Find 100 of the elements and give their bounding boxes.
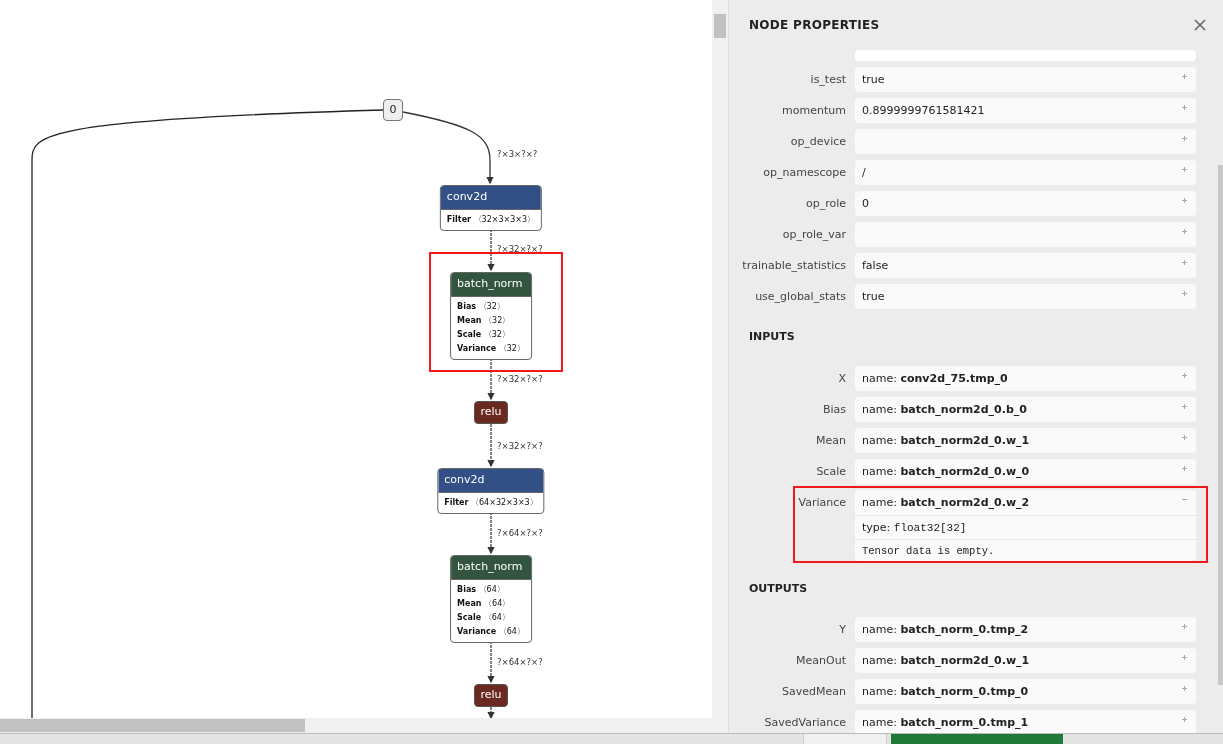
property-label: momentum — [781, 103, 847, 119]
value-field[interactable]: name: batch_norm_0.tmp_0 — [855, 679, 1196, 704]
node-attribute: Mean 〈64〉 — [457, 598, 512, 610]
expand-icon[interactable] — [1181, 402, 1188, 410]
value-field[interactable]: name: batch_norm2d_0.w_0 — [855, 458, 1196, 484]
node-title: batch_norm — [451, 273, 531, 296]
expand-icon[interactable] — [1181, 166, 1188, 173]
close-icon[interactable] — [1193, 17, 1209, 33]
tensor-shape-label: ?×32×?×? — [497, 373, 543, 386]
property-value: 0.8999999761581421 — [861, 103, 986, 119]
tensor-note: Tensor data is empty. — [855, 538, 1196, 561]
expand-icon[interactable] — [1181, 654, 1188, 661]
expand-icon[interactable] — [1181, 464, 1188, 472]
graph-node[interactable]: batch_norm Bias 〈32〉 Mean 〈32〉 Scale 〈32〉 Variance 〈32〉 — [450, 272, 532, 360]
edge-arrow — [487, 357, 495, 401]
relu-node[interactable]: relu — [474, 401, 508, 424]
property-value: name: batch_norm_0.tmp_2 — [861, 622, 1030, 638]
edge-arrow — [487, 228, 495, 272]
expand-icon[interactable] — [1181, 716, 1188, 723]
node-attribute: Mean 〈32〉 — [457, 315, 512, 327]
property-value: true — [861, 72, 886, 88]
property-label: MeanOut — [795, 653, 847, 669]
property-value: / — [861, 165, 867, 181]
value-field[interactable]: name: conv2d_75.tmp_0 — [855, 365, 1196, 391]
property-label: op_namescope — [762, 165, 847, 181]
node-attribute: Filter 〈32×3×3×3〉 — [446, 214, 536, 226]
panel-title: NODE PROPERTIES — [749, 17, 880, 34]
scrollbar-thumb[interactable] — [714, 14, 726, 38]
expand-icon[interactable] — [1181, 371, 1188, 379]
expand-icon[interactable] — [1181, 433, 1188, 441]
property-label: Mean — [815, 432, 847, 449]
node-attribute: Scale 〈32〉 — [457, 329, 511, 341]
tensor-shape-label: ?×32×?×? — [497, 440, 543, 453]
graph-node[interactable]: conv2d Filter 〈64×32×3×3〉 — [437, 468, 545, 514]
value-field[interactable]: name: batch_norm2d_0.w_2 type: float32[32] Tensor data is empty. — [855, 489, 1196, 561]
property-value: name: batch_norm2d_0.w_1 — [861, 432, 1031, 449]
value-field[interactable]: 0 — [855, 191, 1196, 216]
expand-icon[interactable] — [1181, 623, 1188, 630]
expand-icon[interactable] — [1181, 135, 1188, 142]
edge-arrow — [487, 423, 495, 468]
property-value: false — [861, 258, 890, 274]
vertical-scrollbar[interactable] — [712, 0, 728, 718]
property-label: op_device — [789, 134, 847, 150]
value-field[interactable] — [855, 129, 1196, 154]
property-label: is_test — [809, 72, 847, 88]
value-field[interactable]: true — [855, 284, 1196, 309]
property-label: Variance — [797, 494, 847, 511]
section-title: INPUTS — [748, 329, 796, 345]
panel-scrollbar-thumb[interactable] — [1218, 165, 1223, 685]
relu-node[interactable]: relu — [474, 684, 508, 707]
horizontal-scrollbar[interactable] — [0, 718, 728, 733]
property-label: op_role — [804, 196, 847, 212]
expand-icon[interactable] — [1181, 259, 1188, 266]
edge-arrow — [487, 640, 495, 684]
expand-icon[interactable] — [1181, 290, 1188, 297]
cancel-button[interactable] — [803, 734, 887, 744]
value-field[interactable]: false — [855, 253, 1196, 278]
property-value: 0 — [861, 196, 870, 212]
graph-node[interactable]: conv2d Filter 〈32×3×3×3〉 — [439, 185, 543, 231]
input-node[interactable]: 0 — [383, 99, 403, 121]
edge-arrow — [487, 706, 495, 718]
value-field[interactable]: name: batch_norm2d_0.w_1 — [855, 648, 1196, 673]
value-field[interactable]: name: batch_norm2d_0.w_1 — [855, 427, 1196, 453]
property-value: name: batch_norm2d_0.w_1 — [861, 653, 1031, 669]
property-label: op_role_var — [781, 227, 847, 243]
section-title: OUTPUTS — [748, 580, 809, 597]
value-field[interactable]: true — [855, 67, 1196, 92]
value-field[interactable]: name: batch_norm2d_0.b_0 — [855, 396, 1196, 422]
tensor-type: type: float32[32] — [855, 514, 1196, 539]
expand-icon[interactable] — [1181, 685, 1188, 692]
expand-icon[interactable] — [1181, 73, 1188, 80]
expand-icon[interactable] — [1181, 228, 1188, 235]
scrollbar-thumb[interactable] — [0, 719, 305, 732]
node-attribute: Bias 〈32〉 — [457, 301, 506, 313]
property-label: SavedVariance — [763, 715, 847, 731]
property-value: name: batch_norm2d_0.b_0 — [861, 401, 1028, 418]
node-title: conv2d — [438, 469, 544, 492]
property-value: name: batch_norm2d_0.w_2 — [861, 494, 1031, 511]
node-attribute: Bias 〈64〉 — [457, 584, 506, 596]
property-label: Scale — [815, 463, 847, 480]
value-field[interactable]: name: batch_norm_0.tmp_2 — [855, 617, 1196, 642]
graph-node[interactable]: batch_norm Bias 〈64〉 Mean 〈64〉 Scale 〈64〉 Variance 〈64〉 — [450, 555, 532, 643]
value-field[interactable] — [855, 222, 1196, 247]
expand-icon[interactable] — [1181, 104, 1188, 111]
property-label: trainable_statistics — [741, 258, 847, 274]
property-value: name: batch_norm_0.tmp_1 — [861, 715, 1030, 731]
property-label: SavedMean — [781, 684, 847, 700]
value-field[interactable]: 0.8999999761581421 — [855, 98, 1196, 123]
value-field[interactable]: / — [855, 160, 1196, 185]
tensor-shape-label: ?×32×?×? — [497, 243, 543, 256]
property-value: name: batch_norm2d_0.w_0 — [861, 463, 1031, 480]
edge-arrow — [487, 511, 495, 555]
property-label: Y — [838, 622, 847, 638]
node-attribute: Scale 〈64〉 — [457, 612, 511, 624]
expand-icon[interactable] — [1181, 197, 1188, 204]
tensor-shape-label: ?×64×?×? — [497, 527, 543, 540]
value-field[interactable]: name: batch_norm_0.tmp_1 — [855, 710, 1196, 733]
tensor-shape-label: ?×3×?×? — [497, 148, 538, 161]
property-value: name: batch_norm_0.tmp_0 — [861, 684, 1030, 700]
node-attribute: Variance 〈32〉 — [457, 343, 525, 355]
